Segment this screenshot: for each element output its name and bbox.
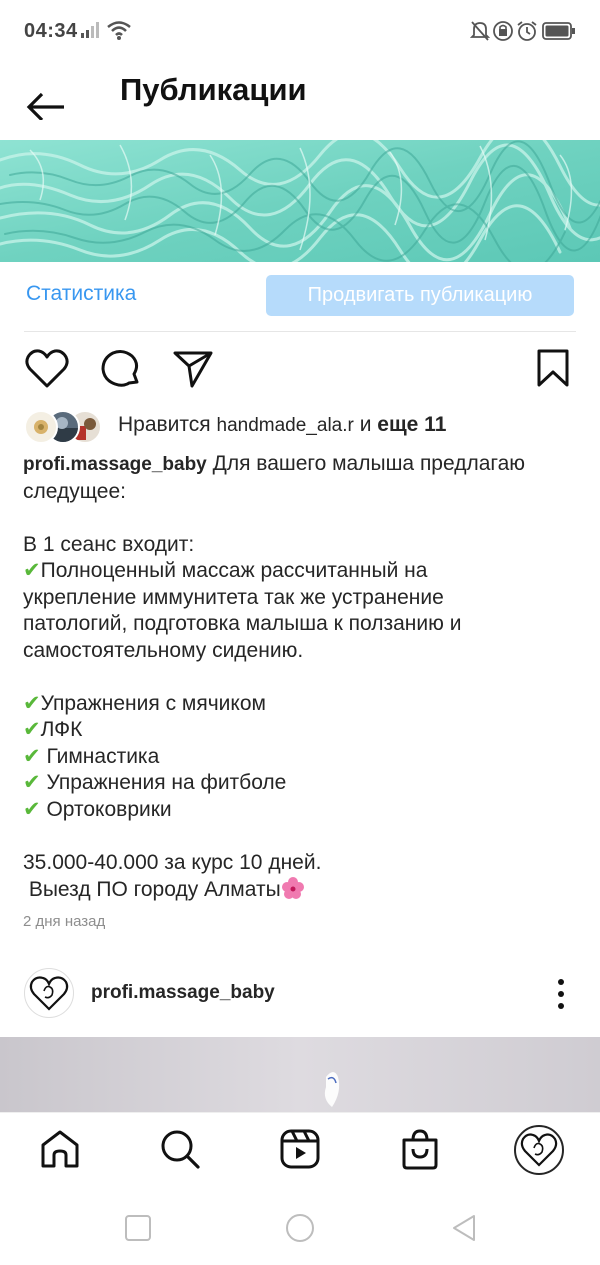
check-icon: ✔ [23, 559, 41, 582]
statistics-link[interactable]: Статистика [26, 282, 136, 306]
mute-icon [470, 21, 490, 41]
circle-icon [286, 1214, 314, 1242]
likes-row: Нравится handmade_ala.r и еще 11 [24, 408, 584, 444]
more-vertical-icon [558, 979, 564, 1009]
home-system-button[interactable] [284, 1212, 316, 1244]
share-icon [173, 351, 213, 388]
check-icon: ✔ [23, 744, 41, 768]
heart-icon [25, 349, 69, 388]
likes-connector: и [359, 413, 372, 436]
status-time: 04:34 [24, 20, 78, 42]
caption-line: Гимнастика [40, 744, 160, 768]
caption-line: ЛФК [40, 718, 83, 741]
caption-line: Полноценный массаж рассчитанный на [40, 559, 428, 582]
post-actions [0, 346, 600, 396]
battery-icon [542, 22, 575, 40]
caption-line: самостоятельному сидению. [23, 638, 304, 662]
nav-profile-avatar[interactable] [514, 1125, 564, 1175]
caption-line: Упражнения на фитболе [40, 771, 287, 794]
like-button[interactable] [24, 346, 70, 392]
page-title: Публикации [120, 72, 307, 107]
check-icon: ✔ [23, 718, 41, 741]
fur-texture-image [0, 140, 600, 262]
caption-line: Упражнения с мячиком [40, 691, 266, 715]
share-button[interactable] [170, 346, 216, 392]
nav-shop[interactable] [398, 1127, 442, 1171]
back-button[interactable] [24, 74, 70, 122]
wifi-icon [107, 21, 131, 40]
signal-icon [81, 22, 99, 38]
post-caption: profi.massage_baby Для вашего малыша пре… [23, 451, 583, 904]
liker-avatars[interactable] [24, 410, 108, 446]
bottom-navigation [0, 1112, 600, 1188]
more-options-button[interactable] [546, 976, 576, 1012]
square-icon [125, 1215, 151, 1241]
check-icon: ✔ [23, 797, 41, 821]
nav-search[interactable] [158, 1127, 202, 1171]
alarm-icon [517, 21, 537, 41]
caption-line: следущее: [23, 479, 126, 503]
bookmark-icon [537, 349, 569, 387]
likes-prefix: Нравится [118, 413, 211, 436]
post-timestamp: 2 дня назад [23, 913, 106, 930]
caption-line: 35.000-40.000 за курс 10 дней. [23, 850, 322, 874]
post-username[interactable]: profi.massage_baby [91, 982, 275, 1004]
post-header: profi.massage_baby [0, 966, 600, 1022]
comment-button[interactable] [98, 346, 144, 392]
post-image[interactable] [0, 1037, 600, 1113]
caption-line: Ортоковрики [40, 797, 172, 821]
nav-home[interactable] [38, 1127, 82, 1171]
heart-hand-logo [520, 1133, 558, 1167]
triangle-back-icon [453, 1215, 475, 1241]
top-bar: Публикации [0, 62, 600, 140]
caption-text: Для вашего малыша предлагаю [212, 452, 526, 475]
likes-others[interactable]: еще 11 [377, 413, 446, 436]
insights-row: Статистика Продвигать публикацию [0, 262, 600, 332]
system-navigation-bar [0, 1188, 600, 1265]
nav-reels[interactable] [278, 1127, 322, 1171]
reels-icon [280, 1129, 320, 1169]
likes-summary[interactable]: Нравится handmade_ala.r и еще 11 [118, 413, 446, 437]
profile-cover-image [0, 140, 600, 262]
caption-line: патологий, подготовка малыша к ползанию … [23, 612, 462, 635]
avatar[interactable] [24, 968, 74, 1018]
promote-post-button[interactable]: Продвигать публикацию [266, 275, 574, 316]
back-system-button[interactable] [448, 1212, 480, 1244]
heart-hand-logo [29, 976, 69, 1011]
status-bar: 04:34 [0, 0, 600, 62]
caption-line: укрепление иммунитета так же устранение [23, 585, 444, 609]
search-icon [161, 1130, 200, 1169]
divider [24, 331, 576, 332]
shop-icon [402, 1129, 438, 1170]
data-saver-icon [493, 21, 513, 41]
home-icon [41, 1130, 79, 1168]
comment-icon [101, 350, 139, 387]
back-arrow-icon [26, 92, 64, 122]
recents-button[interactable] [122, 1212, 154, 1244]
save-button[interactable] [530, 346, 576, 392]
caption-author[interactable]: profi.massage_baby [23, 454, 207, 475]
liker-username[interactable]: handmade_ala.r [217, 415, 354, 436]
check-icon: ✔ [23, 771, 41, 794]
avatar [24, 410, 58, 444]
caption-line: Выезд ПО городу Алматы [23, 878, 281, 901]
check-icon: ✔ [23, 691, 41, 715]
caption-line: В 1 сеанс входит: [23, 532, 195, 556]
hibiscus-icon [281, 877, 304, 899]
